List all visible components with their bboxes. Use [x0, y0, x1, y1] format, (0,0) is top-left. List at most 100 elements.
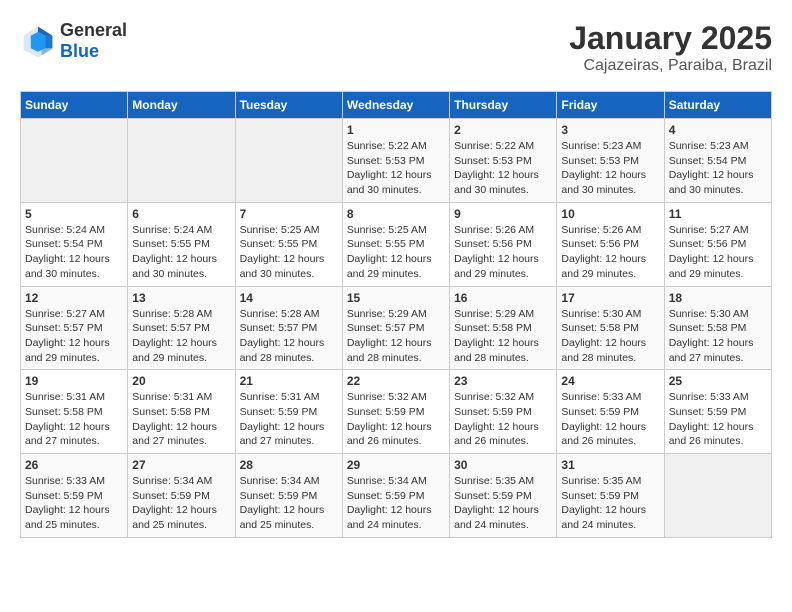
day-cell: 20 Sunrise: 5:31 AM Sunset: 5:58 PM Dayli…: [128, 370, 235, 454]
day-cell: [128, 119, 235, 203]
day-info: Sunrise: 5:30 AM Sunset: 5:58 PM Dayligh…: [561, 307, 659, 366]
day-number: 7: [240, 207, 338, 221]
day-cell: 18Sunrise: 5:30 AM Sunset: 5:58 PM Dayli…: [664, 286, 771, 370]
day-info: Sunrise: 5:26 AM Sunset: 5:56 PM Dayligh…: [454, 223, 552, 282]
day-cell: 25Sunrise: 5:33 AM Sunset: 5:59 PM Dayli…: [664, 370, 771, 454]
logo: General Blue: [20, 20, 127, 62]
calendar-body: 1 Sunrise: 5:22 AM Sunset: 5:53 PM Daylig…: [21, 119, 772, 538]
day-number: 26: [25, 458, 123, 472]
week-row: 5 Sunrise: 5:24 AM Sunset: 5:54 PM Daylig…: [21, 202, 772, 286]
day-cell: 13 Sunrise: 5:28 AM Sunset: 5:57 PM Dayli…: [128, 286, 235, 370]
day-cell: 1 Sunrise: 5:22 AM Sunset: 5:53 PM Daylig…: [342, 119, 449, 203]
day-number: 11: [669, 207, 767, 221]
day-info: Sunrise: 5:31 AM Sunset: 5:58 PM Dayligh…: [25, 390, 123, 449]
day-cell: 7Sunrise: 5:25 AM Sunset: 5:55 PM Daylig…: [235, 202, 342, 286]
day-info: Sunrise: 5:29 AM Sunset: 5:58 PM Dayligh…: [454, 307, 552, 366]
day-cell: 9Sunrise: 5:26 AM Sunset: 5:56 PM Daylig…: [450, 202, 557, 286]
day-number: 18: [669, 291, 767, 305]
day-info: Sunrise: 5:35 AM Sunset: 5:59 PM Dayligh…: [561, 474, 659, 533]
week-row: 12 Sunrise: 5:27 AM Sunset: 5:57 PM Dayli…: [21, 286, 772, 370]
day-cell: 19 Sunrise: 5:31 AM Sunset: 5:58 PM Dayli…: [21, 370, 128, 454]
day-number: 31: [561, 458, 659, 472]
day-header-tuesday: Tuesday: [235, 92, 342, 119]
day-cell: [664, 454, 771, 538]
day-cell: 3 Sunrise: 5:23 AM Sunset: 5:53 PM Daylig…: [557, 119, 664, 203]
day-info: Sunrise: 5:23 AM Sunset: 5:54 PM Dayligh…: [669, 139, 767, 198]
day-number: 3: [561, 123, 659, 137]
day-cell: 23Sunrise: 5:32 AM Sunset: 5:59 PM Dayli…: [450, 370, 557, 454]
page-title: January 2025: [569, 20, 772, 57]
week-row: 1 Sunrise: 5:22 AM Sunset: 5:53 PM Daylig…: [21, 119, 772, 203]
day-header-wednesday: Wednesday: [342, 92, 449, 119]
day-number: 13: [132, 291, 230, 305]
day-header-thursday: Thursday: [450, 92, 557, 119]
day-number: 25: [669, 374, 767, 388]
day-cell: 17 Sunrise: 5:30 AM Sunset: 5:58 PM Dayli…: [557, 286, 664, 370]
day-cell: 2 Sunrise: 5:22 AM Sunset: 5:53 PM Daylig…: [450, 119, 557, 203]
day-cell: 24Sunrise: 5:33 AM Sunset: 5:59 PM Dayli…: [557, 370, 664, 454]
day-cell: 29Sunrise: 5:34 AM Sunset: 5:59 PM Dayli…: [342, 454, 449, 538]
day-info: Sunrise: 5:26 AM Sunset: 5:56 PM Dayligh…: [561, 223, 659, 282]
day-info: Sunrise: 5:27 AM Sunset: 5:57 PM Dayligh…: [25, 307, 123, 366]
day-info: Sunrise: 5:34 AM Sunset: 5:59 PM Dayligh…: [240, 474, 338, 533]
day-number: 14: [240, 291, 338, 305]
day-cell: 26 Sunrise: 5:33 AM Sunset: 5:59 PM Dayli…: [21, 454, 128, 538]
week-row: 19 Sunrise: 5:31 AM Sunset: 5:58 PM Dayli…: [21, 370, 772, 454]
logo-icon: [20, 23, 56, 59]
day-number: 19: [25, 374, 123, 388]
day-header-friday: Friday: [557, 92, 664, 119]
day-number: 28: [240, 458, 338, 472]
day-cell: 5 Sunrise: 5:24 AM Sunset: 5:54 PM Daylig…: [21, 202, 128, 286]
day-cell: 28 Sunrise: 5:34 AM Sunset: 5:59 PM Dayli…: [235, 454, 342, 538]
day-cell: 30 Sunrise: 5:35 AM Sunset: 5:59 PM Dayli…: [450, 454, 557, 538]
day-number: 8: [347, 207, 445, 221]
day-number: 21: [240, 374, 338, 388]
day-info: Sunrise: 5:22 AM Sunset: 5:53 PM Dayligh…: [454, 139, 552, 198]
day-cell: 31 Sunrise: 5:35 AM Sunset: 5:59 PM Dayli…: [557, 454, 664, 538]
day-info: Sunrise: 5:24 AM Sunset: 5:54 PM Dayligh…: [25, 223, 123, 282]
day-info: Sunrise: 5:31 AM Sunset: 5:58 PM Dayligh…: [132, 390, 230, 449]
day-number: 23: [454, 374, 552, 388]
day-info: Sunrise: 5:25 AM Sunset: 5:55 PM Dayligh…: [347, 223, 445, 282]
day-cell: 14 Sunrise: 5:28 AM Sunset: 5:57 PM Dayli…: [235, 286, 342, 370]
day-cell: 8 Sunrise: 5:25 AM Sunset: 5:55 PM Daylig…: [342, 202, 449, 286]
day-number: 16: [454, 291, 552, 305]
day-number: 24: [561, 374, 659, 388]
day-info: Sunrise: 5:31 AM Sunset: 5:59 PM Dayligh…: [240, 390, 338, 449]
day-cell: [235, 119, 342, 203]
day-info: Sunrise: 5:23 AM Sunset: 5:53 PM Dayligh…: [561, 139, 659, 198]
calendar-header: SundayMondayTuesdayWednesdayThursdayFrid…: [21, 92, 772, 119]
day-cell: 10 Sunrise: 5:26 AM Sunset: 5:56 PM Dayli…: [557, 202, 664, 286]
day-number: 10: [561, 207, 659, 221]
day-cell: [21, 119, 128, 203]
logo-general: General: [60, 20, 127, 41]
logo-text: General Blue: [60, 20, 127, 62]
day-headers-row: SundayMondayTuesdayWednesdayThursdayFrid…: [21, 92, 772, 119]
day-number: 17: [561, 291, 659, 305]
day-number: 20: [132, 374, 230, 388]
day-number: 30: [454, 458, 552, 472]
day-info: Sunrise: 5:34 AM Sunset: 5:59 PM Dayligh…: [132, 474, 230, 533]
day-info: Sunrise: 5:34 AM Sunset: 5:59 PM Dayligh…: [347, 474, 445, 533]
day-info: Sunrise: 5:32 AM Sunset: 5:59 PM Dayligh…: [347, 390, 445, 449]
day-number: 2: [454, 123, 552, 137]
day-header-monday: Monday: [128, 92, 235, 119]
week-row: 26 Sunrise: 5:33 AM Sunset: 5:59 PM Dayli…: [21, 454, 772, 538]
day-info: Sunrise: 5:22 AM Sunset: 5:53 PM Dayligh…: [347, 139, 445, 198]
day-cell: 4Sunrise: 5:23 AM Sunset: 5:54 PM Daylig…: [664, 119, 771, 203]
day-number: 12: [25, 291, 123, 305]
day-number: 6: [132, 207, 230, 221]
day-number: 1: [347, 123, 445, 137]
page-subtitle: Cajazeiras, Paraiba, Brazil: [569, 57, 772, 75]
day-info: Sunrise: 5:28 AM Sunset: 5:57 PM Dayligh…: [132, 307, 230, 366]
day-cell: 6Sunrise: 5:24 AM Sunset: 5:55 PM Daylig…: [128, 202, 235, 286]
day-cell: 15Sunrise: 5:29 AM Sunset: 5:57 PM Dayli…: [342, 286, 449, 370]
logo-blue: Blue: [60, 41, 127, 62]
day-info: Sunrise: 5:28 AM Sunset: 5:57 PM Dayligh…: [240, 307, 338, 366]
calendar-table: SundayMondayTuesdayWednesdayThursdayFrid…: [20, 91, 772, 538]
day-info: Sunrise: 5:33 AM Sunset: 5:59 PM Dayligh…: [25, 474, 123, 533]
day-number: 27: [132, 458, 230, 472]
day-header-sunday: Sunday: [21, 92, 128, 119]
day-info: Sunrise: 5:35 AM Sunset: 5:59 PM Dayligh…: [454, 474, 552, 533]
day-number: 5: [25, 207, 123, 221]
